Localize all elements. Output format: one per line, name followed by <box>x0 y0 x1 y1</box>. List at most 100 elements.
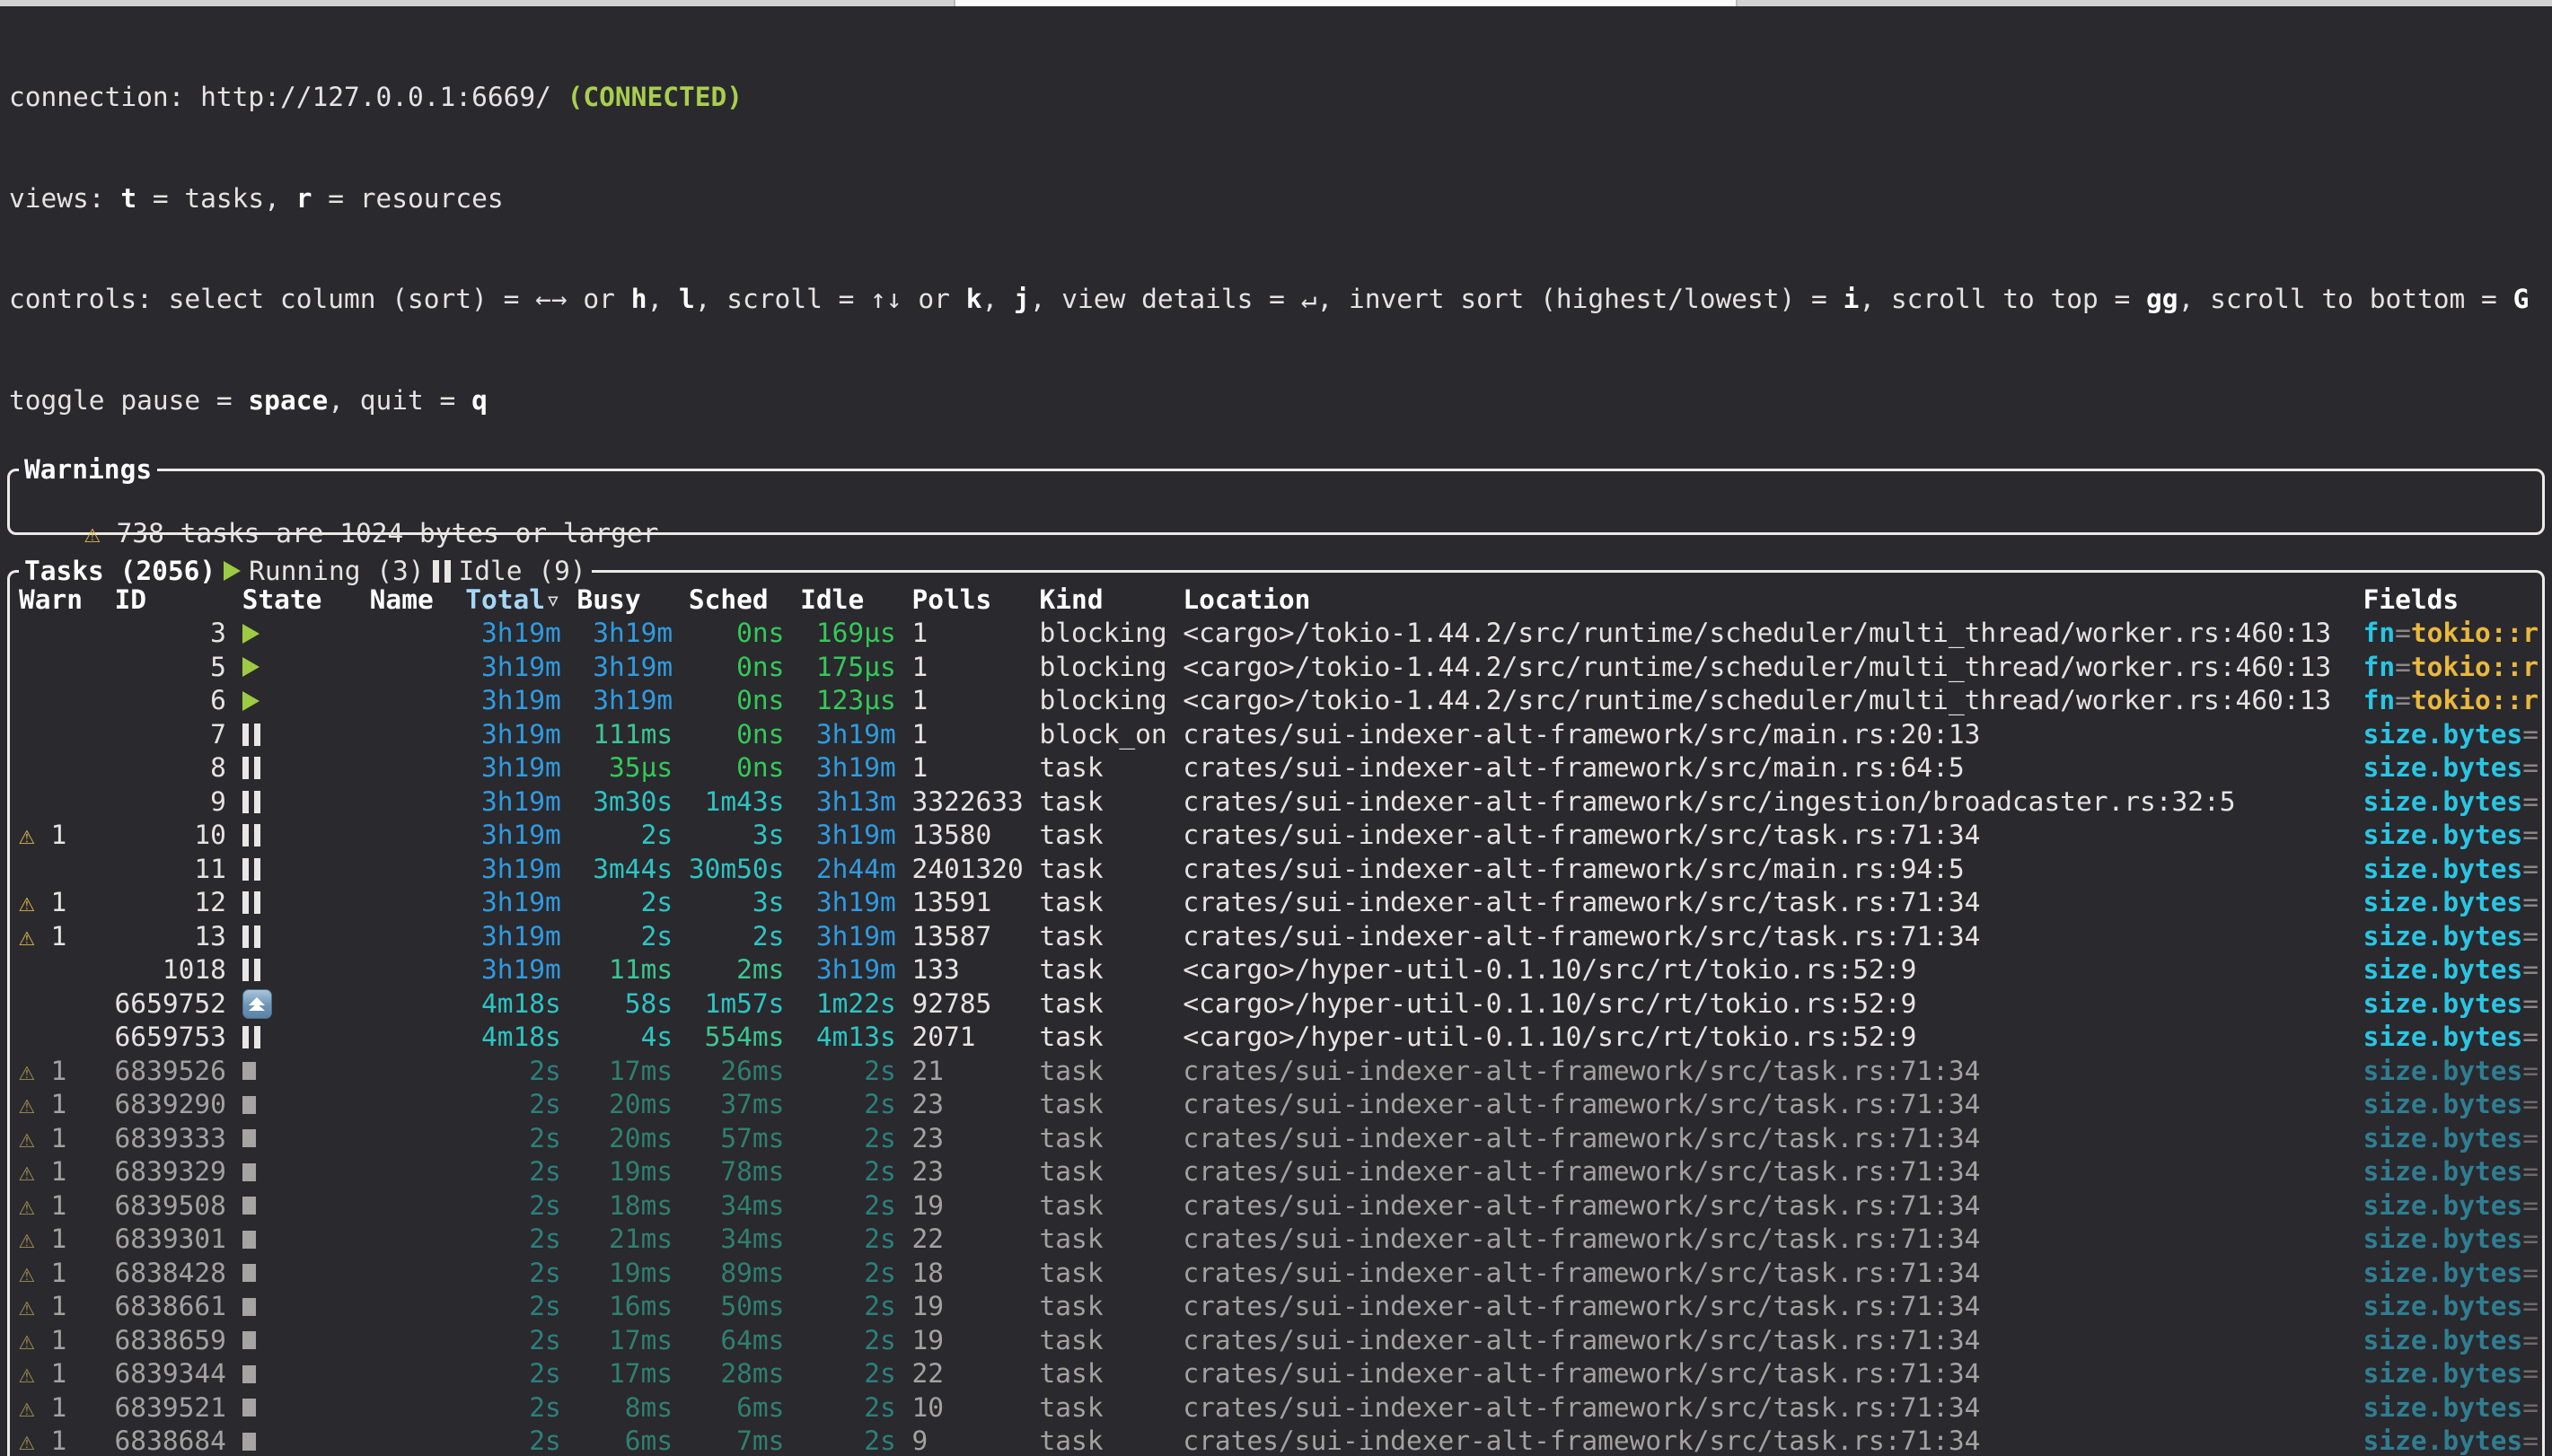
task-id: 6659752 <box>115 987 226 1022</box>
task-row[interactable]: 66597524m18s58s1m57s1m22s92785task<cargo… <box>19 987 2542 1022</box>
task-sched: 0ns <box>689 651 785 685</box>
scrollbar-thumb[interactable] <box>954 0 1738 6</box>
column-header-idle[interactable]: Idle <box>800 583 896 618</box>
task-row[interactable]: 10183h19m11ms2ms3h19m133task<cargo>/hype… <box>19 953 2542 987</box>
task-fields: size.bytes= <box>2363 1324 2542 1358</box>
field-equals: = <box>2395 618 2411 648</box>
task-kind: task <box>1040 1122 1167 1156</box>
task-row[interactable]: ⚠ 1103h19m2s3s3h19m13580taskcrates/sui-i… <box>19 819 2542 853</box>
task-busy: 17ms <box>577 1324 673 1358</box>
task-fields: size.bytes= <box>2363 718 2542 752</box>
task-polls: 19 <box>911 1290 1023 1324</box>
task-fields: size.bytes= <box>2363 1391 2542 1425</box>
task-state <box>242 1298 354 1316</box>
task-row[interactable]: ⚠ 168395212s8ms6ms2s10taskcrates/sui-ind… <box>19 1391 2542 1425</box>
completed-state-icon <box>242 1298 256 1316</box>
task-location: crates/sui-indexer-alt-framework/src/tas… <box>1183 819 2347 853</box>
views-segment: t <box>120 183 136 214</box>
column-header-busy[interactable]: Busy <box>577 583 673 618</box>
warning-icon: ⚠ <box>19 1123 35 1153</box>
task-row[interactable]: 93h19m3m30s1m43s3h13m3322633taskcrates/s… <box>19 785 2542 820</box>
task-idle: 2h44m <box>800 853 896 887</box>
task-polls: 3322633 <box>911 785 1023 820</box>
task-row[interactable]: ⚠ 168393332s20ms57ms2s23taskcrates/sui-i… <box>19 1122 2542 1156</box>
task-row[interactable]: 83h19m35µs0ns3h19m1taskcrates/sui-indexe… <box>19 751 2542 785</box>
column-header-kind[interactable]: Kind <box>1040 583 1167 618</box>
task-kind: task <box>1040 1290 1167 1324</box>
task-sched: 0ns <box>689 617 785 651</box>
task-fields: size.bytes= <box>2363 1290 2542 1324</box>
table-rows: 33h19m3h19m0ns169µs1blocking<cargo>/toki… <box>19 617 2542 1456</box>
field-key: size.bytes <box>2363 1156 2523 1187</box>
task-row[interactable]: ⚠ 1133h19m2s2s3h19m13587taskcrates/sui-i… <box>19 920 2542 954</box>
task-row[interactable]: ⚠ 168395262s17ms26ms2s21taskcrates/sui-i… <box>19 1055 2542 1089</box>
task-row[interactable]: ⚠ 168384282s19ms89ms2s18taskcrates/sui-i… <box>19 1257 2542 1291</box>
column-header-sched[interactable]: Sched <box>689 583 785 618</box>
field-equals: = <box>2522 1089 2539 1119</box>
task-id: 1018 <box>115 953 226 987</box>
column-header-polls[interactable]: Polls <box>911 583 1023 618</box>
task-location: crates/sui-indexer-alt-framework/src/tas… <box>1183 1122 2347 1156</box>
completed-state-icon <box>242 1231 256 1249</box>
field-equals: = <box>2522 1258 2539 1288</box>
task-row[interactable]: ⚠ 168386612s16ms50ms2s19taskcrates/sui-i… <box>19 1290 2542 1324</box>
idle-state-icon <box>242 757 260 779</box>
task-warn-count: ⚠ 1 <box>19 1425 99 1456</box>
task-kind: task <box>1040 1425 1167 1456</box>
task-state <box>242 891 354 914</box>
task-row[interactable]: 73h19m111ms0ns3h19m1block_oncrates/sui-i… <box>19 718 2542 752</box>
task-row[interactable]: 53h19m3h19m0ns175µs1blocking<cargo>/toki… <box>19 651 2542 685</box>
task-row[interactable]: ⚠ 168395082s18ms34ms2s19taskcrates/sui-i… <box>19 1189 2542 1224</box>
column-header-fields[interactable]: Fields <box>2363 583 2542 618</box>
task-state <box>242 1433 354 1451</box>
task-busy: 3h19m <box>577 651 673 685</box>
views-line: views: t = tasks, r = resources <box>9 182 2552 216</box>
task-row[interactable]: 63h19m3h19m0ns123µs1blocking<cargo>/toki… <box>19 684 2542 718</box>
task-row[interactable]: 66597534m18s4s554ms4m13s2071task<cargo>/… <box>19 1021 2542 1055</box>
task-total: 2s <box>465 1189 561 1224</box>
task-state <box>242 1026 354 1048</box>
task-warn-count: ⚠ 1 <box>19 1055 99 1089</box>
column-header-total[interactable]: Total▿ <box>465 583 561 618</box>
task-idle: 2s <box>800 1223 896 1257</box>
task-sched: 34ms <box>689 1189 785 1224</box>
task-kind: task <box>1040 1088 1167 1122</box>
column-header-name[interactable]: Name <box>370 583 450 618</box>
column-header-id[interactable]: ID <box>115 583 226 618</box>
task-fields: size.bytes= <box>2363 1155 2542 1189</box>
completed-state-icon <box>242 1163 256 1181</box>
task-row[interactable]: ⚠ 168386592s17ms64ms2s19taskcrates/sui-i… <box>19 1324 2542 1358</box>
task-total: 3h19m <box>465 785 561 820</box>
field-equals: = <box>2522 1392 2539 1423</box>
task-warn-count: ⚠ 1 <box>19 920 99 954</box>
task-polls: 10 <box>911 1391 1023 1425</box>
task-kind: task <box>1040 1357 1167 1391</box>
task-state <box>242 1129 354 1147</box>
task-state <box>242 624 354 644</box>
task-sched: 7ms <box>689 1425 785 1456</box>
controls-segment: i <box>1844 284 1860 314</box>
task-row[interactable]: ⚠ 1123h19m2s3s3h19m13591taskcrates/sui-i… <box>19 886 2542 920</box>
column-header-location[interactable]: Location <box>1183 583 2347 618</box>
task-polls: 18 <box>911 1257 1023 1291</box>
task-location: crates/sui-indexer-alt-framework/src/tas… <box>1183 1290 2347 1324</box>
column-header-warn[interactable]: Warn <box>19 583 99 618</box>
task-row[interactable]: ⚠ 168393012s21ms34ms2s22taskcrates/sui-i… <box>19 1223 2542 1257</box>
column-header-state[interactable]: State <box>242 583 354 618</box>
task-total: 3h19m <box>465 651 561 685</box>
field-key: size.bytes <box>2363 1022 2523 1052</box>
field-key: size.bytes <box>2363 1089 2523 1119</box>
task-row[interactable]: ⚠ 168393442s17ms28ms2s22taskcrates/sui-i… <box>19 1357 2542 1391</box>
task-state <box>242 824 354 846</box>
task-row[interactable]: ⚠ 168386842s6ms7ms2s9taskcrates/sui-inde… <box>19 1425 2542 1456</box>
task-row[interactable]: 113h19m3m44s30m50s2h44m2401320taskcrates… <box>19 853 2542 887</box>
task-row[interactable]: 33h19m3h19m0ns169µs1blocking<cargo>/toki… <box>19 617 2542 651</box>
task-polls: 23 <box>911 1122 1023 1156</box>
task-kind: blocking <box>1040 617 1167 651</box>
task-sched: 0ns <box>689 751 785 785</box>
task-state <box>242 1264 354 1282</box>
task-fields: size.bytes= <box>2363 1425 2542 1456</box>
task-row[interactable]: ⚠ 168393292s19ms78ms2s23taskcrates/sui-i… <box>19 1155 2542 1189</box>
task-row[interactable]: ⚠ 168392902s20ms37ms2s23taskcrates/sui-i… <box>19 1088 2542 1122</box>
task-sched: 1m57s <box>689 987 785 1022</box>
